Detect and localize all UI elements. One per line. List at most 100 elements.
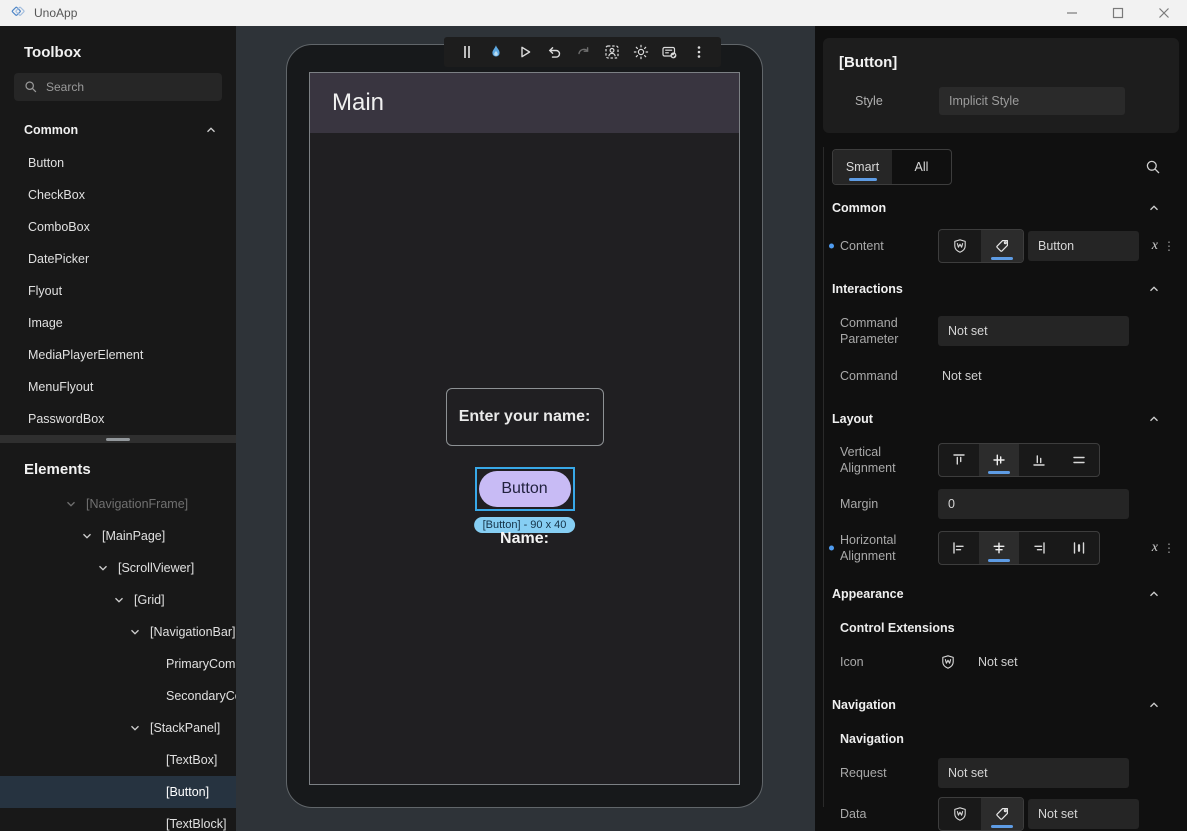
panel-splitter[interactable]	[0, 435, 236, 443]
chevron-up-icon	[1147, 587, 1161, 601]
search-input[interactable]	[46, 80, 212, 94]
content-mode-toggle	[938, 229, 1024, 263]
name-textblock: Name:	[500, 530, 549, 547]
toolbox-item-combobox[interactable]: ComboBox	[0, 211, 236, 243]
command-value[interactable]: Not set	[938, 369, 982, 383]
binding-icon[interactable]	[940, 654, 956, 670]
chevron-down-icon[interactable]	[64, 497, 86, 511]
textbox-enter-name[interactable]: Enter your name:	[445, 388, 604, 446]
tree-item-navigationframe[interactable]: [NavigationFrame]	[0, 488, 236, 520]
modified-dot	[829, 545, 834, 551]
splitter-grip-icon	[106, 437, 130, 441]
section-navigation[interactable]: Navigation	[824, 688, 1179, 722]
data-mode-toggle	[938, 797, 1024, 831]
tab-all[interactable]: All	[892, 150, 951, 184]
play-icon[interactable]	[510, 37, 539, 67]
align-right-icon[interactable]	[1019, 532, 1059, 564]
tree-item-secondarycommands[interactable]: SecondaryCo	[0, 680, 236, 712]
icon-value[interactable]: Not set	[974, 655, 1018, 669]
selection-outline[interactable]: Button	[474, 467, 575, 511]
page-body[interactable]: Enter your name: Button [Button] - 90 x …	[310, 133, 739, 784]
chevron-down-icon[interactable]	[112, 593, 134, 607]
device-screen[interactable]: Main Enter your name: Button [Button] - …	[309, 72, 740, 785]
chevron-down-icon[interactable]	[128, 625, 150, 639]
tree-item-textbox[interactable]: [TextBox]	[0, 744, 236, 776]
align-left-icon[interactable]	[939, 532, 979, 564]
tree-item-primarycommands[interactable]: PrimaryComm	[0, 648, 236, 680]
section-layout[interactable]: Layout	[824, 402, 1179, 436]
undo-icon[interactable]	[539, 37, 568, 67]
toolbox-item-passwordbox[interactable]: PasswordBox	[0, 403, 236, 435]
content-value-field[interactable]: Button	[1028, 231, 1139, 261]
search-icon	[24, 80, 38, 94]
tree-item-mainpage[interactable]: [MainPage]	[0, 520, 236, 552]
tree-item-stackpanel[interactable]: [StackPanel]	[0, 712, 236, 744]
minimize-button[interactable]	[1049, 0, 1095, 26]
align-bottom-icon[interactable]	[1019, 444, 1059, 476]
expression-x-icon[interactable]: x	[1152, 540, 1158, 556]
tree-item-button[interactable]: [Button]	[0, 776, 236, 808]
properties-panel: [Button] Style Implicit Style Smart All	[815, 26, 1187, 831]
data-value-field[interactable]: Not set	[1028, 799, 1139, 829]
margin-field[interactable]: 0	[938, 489, 1129, 519]
device-check-icon[interactable]	[655, 37, 684, 67]
toolbox-item-datepicker[interactable]: DatePicker	[0, 243, 236, 275]
chevron-down-icon[interactable]	[128, 721, 150, 735]
kebab-menu-icon[interactable]: ⋮	[1163, 541, 1175, 555]
canvas-button[interactable]: Button	[478, 471, 571, 507]
tree-item-grid[interactable]: [Grid]	[0, 584, 236, 616]
horizontal-alignment-toggle	[938, 531, 1100, 565]
chevron-down-icon[interactable]	[80, 529, 102, 543]
request-field[interactable]: Not set	[938, 758, 1129, 788]
selected-element-card: [Button] Style Implicit Style	[823, 38, 1179, 133]
inspect-user-icon[interactable]	[597, 37, 626, 67]
page-header: Main	[310, 73, 739, 133]
more-menu-icon[interactable]	[684, 37, 713, 67]
toolbox-item-image[interactable]: Image	[0, 307, 236, 339]
design-canvas[interactable]: Main Enter your name: Button [Button] - …	[236, 26, 815, 831]
align-top-icon[interactable]	[939, 444, 979, 476]
binding-icon[interactable]	[939, 230, 981, 262]
align-vstretch-icon[interactable]	[1059, 444, 1099, 476]
chevron-down-icon[interactable]	[96, 561, 118, 575]
toolbox-item-mediaplayerelement[interactable]: MediaPlayerElement	[0, 339, 236, 371]
close-button[interactable]	[1141, 0, 1187, 26]
chevron-up-icon	[1147, 282, 1161, 296]
tree-item-scrollviewer[interactable]: [ScrollViewer]	[0, 552, 236, 584]
kebab-menu-icon[interactable]: ⋮	[1163, 239, 1175, 253]
icon-row: Icon Not set	[840, 654, 1018, 670]
expression-x-icon[interactable]: x	[1152, 238, 1158, 254]
tag-icon[interactable]	[981, 230, 1023, 262]
vertical-alignment-toggle	[938, 443, 1100, 477]
section-interactions[interactable]: Interactions	[824, 272, 1179, 306]
style-label: Style	[855, 94, 883, 108]
redo-icon[interactable]	[568, 37, 597, 67]
drag-handle-icon[interactable]	[452, 37, 481, 67]
binding-icon[interactable]	[939, 798, 981, 830]
maximize-button[interactable]	[1095, 0, 1141, 26]
tree-item-textblock[interactable]: [TextBlock]	[0, 808, 236, 831]
tree-item-navigationbar[interactable]: [NavigationBar]	[0, 616, 236, 648]
align-hcenter-icon[interactable]	[979, 532, 1019, 564]
elements-tree: [NavigationFrame] [MainPage] [ScrollView…	[0, 488, 236, 831]
command-parameter-field[interactable]: Not set	[938, 316, 1129, 346]
toolbox-search[interactable]	[14, 73, 222, 101]
toolbox-section-common[interactable]: Common	[0, 113, 236, 147]
toolbox-item-checkbox[interactable]: CheckBox	[0, 179, 236, 211]
modified-dot	[829, 243, 834, 249]
hot-reload-flame-icon[interactable]	[481, 37, 510, 67]
toolbox-item-menuflyout[interactable]: MenuFlyout	[0, 371, 236, 403]
tab-smart[interactable]: Smart	[833, 150, 892, 184]
section-appearance[interactable]: Appearance	[824, 577, 1179, 611]
elements-title: Elements	[24, 461, 91, 478]
align-vcenter-icon[interactable]	[979, 444, 1019, 476]
theme-sun-icon[interactable]	[626, 37, 655, 67]
style-value-field[interactable]: Implicit Style	[939, 87, 1125, 115]
chevron-up-icon	[204, 123, 218, 137]
tag-icon[interactable]	[981, 798, 1023, 830]
toolbox-item-flyout[interactable]: Flyout	[0, 275, 236, 307]
section-common[interactable]: Common	[824, 191, 1179, 225]
toolbox-item-button[interactable]: Button	[0, 147, 236, 179]
align-hstretch-icon[interactable]	[1059, 532, 1099, 564]
property-search-icon[interactable]	[1145, 159, 1161, 175]
